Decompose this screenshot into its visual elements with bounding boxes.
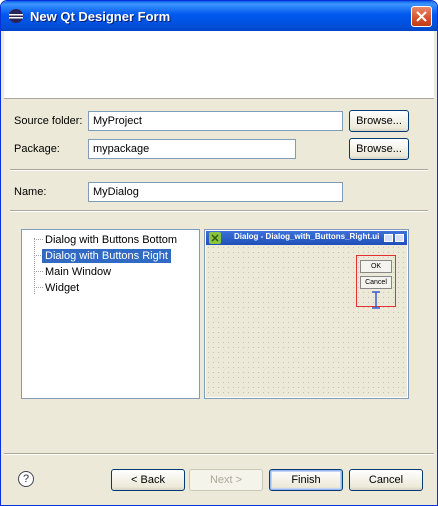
eclipse-icon bbox=[9, 9, 23, 23]
package-label: Package: bbox=[14, 143, 60, 155]
tree-item-main-window[interactable]: Main Window bbox=[42, 265, 114, 279]
package-browse-button[interactable]: Browse... bbox=[349, 138, 409, 160]
form-preview: Dialog - Dialog_with_Buttons_Right.ui OK… bbox=[204, 229, 409, 399]
cancel-button[interactable]: Cancel bbox=[349, 469, 423, 491]
close-icon bbox=[416, 11, 427, 22]
source-folder-label: Source folder: bbox=[14, 115, 83, 127]
tree-line bbox=[34, 238, 35, 294]
source-folder-browse-button[interactable]: Browse... bbox=[349, 110, 409, 132]
preview-close-icon bbox=[395, 234, 404, 242]
help-icon[interactable]: ? bbox=[18, 471, 34, 487]
preview-title: Dialog - Dialog_with_Buttons_Right.ui bbox=[234, 232, 380, 241]
separator bbox=[10, 210, 428, 212]
preview-minimize-icon bbox=[384, 234, 393, 242]
title-bar[interactable]: New Qt Designer Form bbox=[1, 1, 437, 31]
preview-ok-button: OK bbox=[360, 260, 392, 273]
preview-cancel-button: Cancel bbox=[360, 276, 392, 289]
separator bbox=[10, 169, 428, 171]
wizard-banner bbox=[4, 31, 434, 99]
source-folder-input[interactable]: MyProject bbox=[88, 111, 343, 131]
next-button[interactable]: Next > bbox=[189, 469, 263, 491]
qt-logo-icon bbox=[209, 232, 221, 244]
tree-item-widget[interactable]: Widget bbox=[42, 281, 82, 295]
preview-body: OK Cancel bbox=[206, 245, 407, 397]
preview-title-bar: Dialog - Dialog_with_Buttons_Right.ui bbox=[206, 231, 407, 245]
window-title: New Qt Designer Form bbox=[30, 9, 171, 24]
back-button[interactable]: < Back bbox=[111, 469, 185, 491]
name-input[interactable]: MyDialog bbox=[88, 182, 343, 202]
finish-button[interactable]: Finish bbox=[269, 469, 343, 491]
separator bbox=[4, 453, 434, 455]
template-tree[interactable]: Dialog with Buttons Bottom Dialog with B… bbox=[21, 229, 200, 399]
name-label: Name: bbox=[14, 186, 47, 198]
tree-item-dialog-buttons-right[interactable]: Dialog with Buttons Right bbox=[42, 249, 171, 263]
close-button[interactable] bbox=[411, 6, 432, 27]
package-input[interactable]: mypackage bbox=[88, 139, 296, 159]
tree-item-dialog-buttons-bottom[interactable]: Dialog with Buttons Bottom bbox=[42, 233, 180, 247]
dialog-window: New Qt Designer Form Source folder: MyPr… bbox=[0, 0, 438, 506]
preview-spacer-icon bbox=[372, 291, 380, 309]
